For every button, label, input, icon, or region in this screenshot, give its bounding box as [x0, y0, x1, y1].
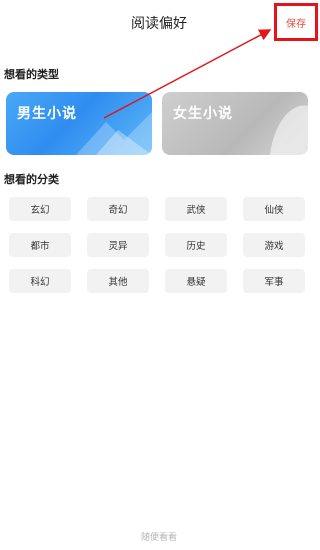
category-tag[interactable]: 武侠: [165, 197, 227, 221]
category-tag[interactable]: 灵异: [87, 233, 149, 257]
card-wave-decoration: [76, 112, 152, 155]
category-tag[interactable]: 历史: [165, 233, 227, 257]
category-tag[interactable]: 奇幻: [87, 197, 149, 221]
category-tag[interactable]: 悬疑: [165, 269, 227, 293]
types-section-title: 想看的类型: [4, 68, 59, 81]
browse-randomly-link[interactable]: 随便看看: [0, 530, 318, 543]
type-card-female[interactable]: 女生小说: [162, 92, 308, 155]
category-tag[interactable]: 其他: [87, 269, 149, 293]
page-title: 阅读偏好: [131, 16, 187, 32]
type-label-female: 女生小说: [173, 106, 233, 122]
save-highlight-box: 保存: [274, 3, 318, 41]
categories-section-title: 想看的分类: [4, 173, 59, 186]
category-tag[interactable]: 都市: [9, 233, 71, 257]
category-tag[interactable]: 游戏: [243, 233, 305, 257]
header-bar: 阅读偏好 保存: [0, 0, 318, 44]
category-tag[interactable]: 仙侠: [243, 197, 305, 221]
type-label-male: 男生小说: [17, 106, 77, 122]
category-tag[interactable]: 科幻: [9, 269, 71, 293]
card-shell-decoration: [270, 105, 308, 155]
category-tag[interactable]: 玄幻: [9, 197, 71, 221]
category-tag[interactable]: 军事: [243, 269, 305, 293]
type-card-male[interactable]: 男生小说: [6, 92, 152, 155]
save-button[interactable]: 保存: [286, 15, 306, 30]
